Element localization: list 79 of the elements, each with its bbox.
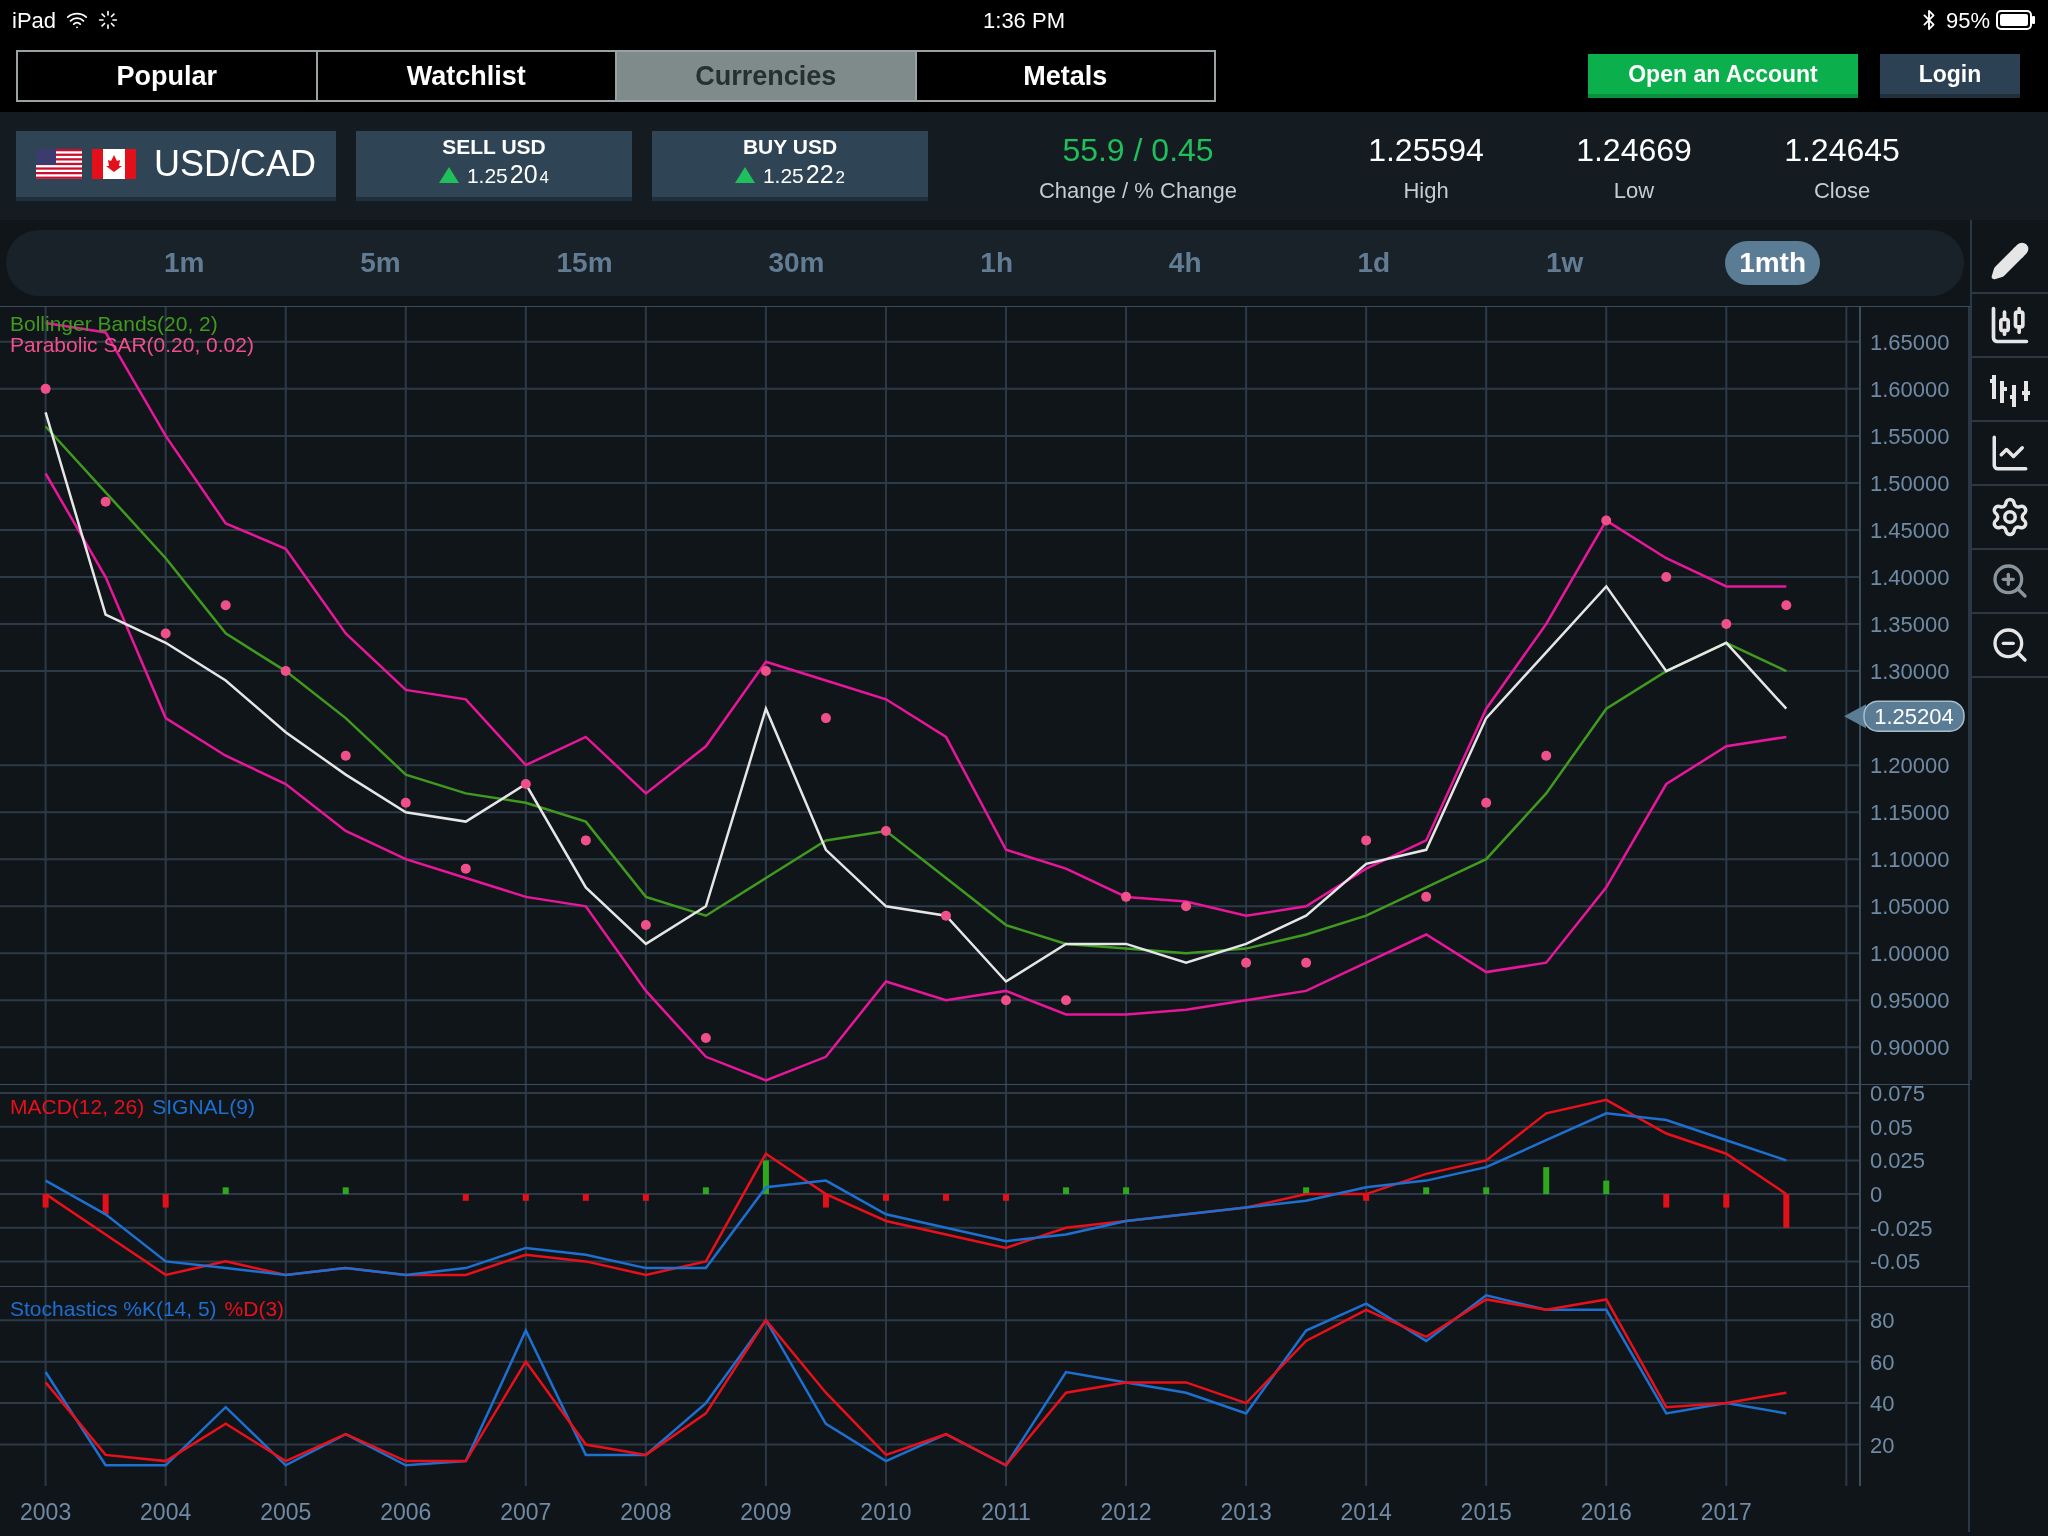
axis-label: 2013: [1220, 1499, 1272, 1525]
axis-label: 2003: [20, 1499, 72, 1525]
timeframe-tab[interactable]: 1m: [149, 241, 219, 285]
instrument-selector[interactable]: USD/CAD: [16, 131, 336, 201]
clock: 1:36 PM: [983, 6, 1065, 35]
stat-value: 1.24669: [1576, 130, 1692, 170]
axis-label: 1.30000: [1870, 659, 1950, 685]
axis-label: 1.65000: [1870, 329, 1950, 355]
axis-label: 0: [1870, 1182, 1883, 1208]
legend-label: MACD(12, 26): [10, 1094, 145, 1120]
axis-label: 2012: [1100, 1499, 1152, 1525]
axis-label: -0.025: [1870, 1215, 1933, 1241]
timeframe-tab[interactable]: 1w: [1531, 241, 1598, 285]
pencil-icon[interactable]: [1990, 241, 2030, 281]
axis-label: 1.20000: [1870, 753, 1950, 779]
spinner-icon: [98, 10, 119, 30]
axis-label: 2007: [500, 1499, 552, 1525]
battery-percent: 95%: [1945, 6, 1990, 35]
legend-label: SIGNAL(9): [152, 1094, 255, 1120]
open-account-button[interactable]: Open an Account: [1588, 54, 1858, 98]
axis-label: 1.50000: [1870, 470, 1950, 496]
axis-label: 1.10000: [1870, 847, 1950, 873]
stat-value: 1.25594: [1368, 130, 1484, 170]
axis-label: 1.15000: [1870, 800, 1950, 826]
legend-label: %D(3): [224, 1296, 285, 1322]
axis-label: 2015: [1460, 1499, 1512, 1525]
zoom-out-icon[interactable]: [1990, 625, 2030, 665]
axis-label: 1.40000: [1870, 565, 1950, 590]
stat-value: 55.9 / 0.45: [1062, 130, 1214, 170]
battery-icon: [1996, 10, 2036, 30]
trade-button[interactable]: SELL USD 1.25204: [356, 131, 632, 201]
axis-label: 1.45000: [1870, 517, 1950, 543]
timeframe-tab[interactable]: 15m: [542, 241, 627, 285]
axis-label: 0.90000: [1870, 1035, 1950, 1061]
stat-label: High: [1403, 176, 1449, 205]
axis-label: 1.05000: [1870, 894, 1950, 920]
device-name: iPad: [12, 6, 57, 35]
timeframe-tab[interactable]: 4h: [1154, 241, 1216, 285]
axis-label: 2017: [1700, 1499, 1752, 1525]
axis-label: 0.95000: [1870, 988, 1950, 1014]
zoom-in-icon[interactable]: [1990, 561, 2030, 601]
axis-label: 2009: [740, 1499, 792, 1525]
axis-label: 1.35000: [1870, 612, 1950, 638]
timeframe-tab[interactable]: 1h: [966, 241, 1027, 285]
axis-label: 1.60000: [1870, 376, 1950, 402]
nav-tab[interactable]: Currencies: [617, 52, 917, 100]
legend-label: Stochastics %K(14, 5): [10, 1296, 217, 1322]
login-button[interactable]: Login: [1880, 54, 2020, 98]
axis-label: 1.00000: [1870, 941, 1950, 967]
axis-label: 0.075: [1870, 1085, 1926, 1107]
axis-label: 80: [1870, 1308, 1895, 1334]
axis-label: 0.05: [1870, 1114, 1913, 1140]
stat-label: Close: [1813, 176, 1871, 205]
stat-label: Low: [1613, 176, 1655, 205]
axis-label: 1.55000: [1870, 423, 1950, 449]
timeframe-tab[interactable]: 1d: [1343, 241, 1405, 285]
axis-label: 2006: [380, 1499, 432, 1525]
axis-label: 2011: [981, 1499, 1031, 1525]
axis-label: 0.025: [1870, 1148, 1926, 1174]
us-flag-icon: [36, 149, 82, 179]
axis-label: 2016: [1580, 1499, 1632, 1525]
stat-label: Change / % Change: [1038, 176, 1238, 205]
axis-label: 2014: [1340, 1499, 1392, 1525]
axis-label: 40: [1870, 1391, 1895, 1417]
timeframe-tab[interactable]: 1mth: [1725, 241, 1821, 285]
axis-label: 2005: [260, 1499, 312, 1525]
instrument-symbol: USD/CAD: [154, 142, 316, 186]
timeframe-tab[interactable]: 5m: [346, 241, 415, 285]
trade-button[interactable]: BUY USD 1.25222: [652, 131, 928, 201]
axis-label: 2008: [620, 1499, 672, 1525]
axis-label: 60: [1870, 1349, 1895, 1375]
legend-label: Bollinger Bands(20, 2): [10, 313, 219, 334]
axis-label: -0.05: [1870, 1249, 1921, 1275]
axis-label: 2010: [860, 1499, 912, 1525]
stat-value: 1.24645: [1784, 130, 1900, 170]
canada-flag-icon: [92, 149, 136, 179]
axis-label: 2004: [140, 1499, 192, 1525]
axis-label: 20: [1870, 1432, 1895, 1458]
timeframe-tab[interactable]: 30m: [754, 241, 839, 285]
